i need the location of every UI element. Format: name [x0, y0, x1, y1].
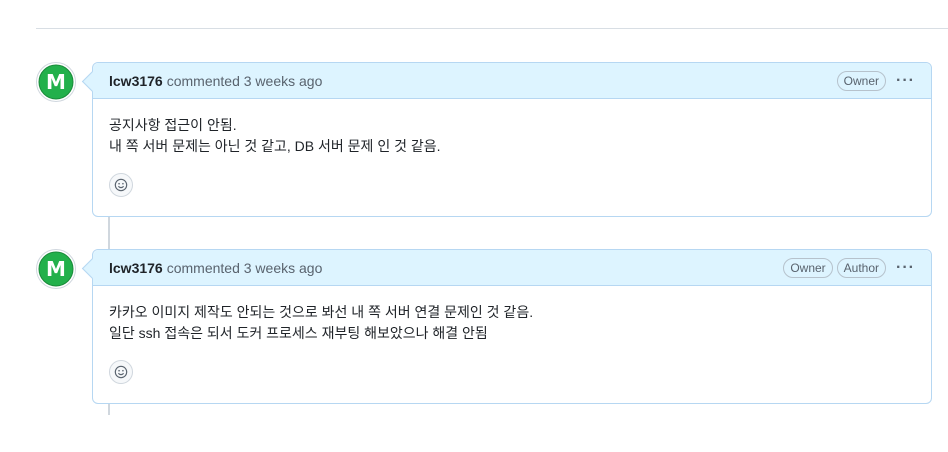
- comment-body: 카카오 이미지 제작도 안되는 것으로 봐선 내 쪽 서버 연결 문제인 것 같…: [93, 286, 931, 384]
- comment-line: 공지사항 접근이 안됨.: [109, 117, 237, 133]
- comment-box: lcw3176 commented 3 weeks ago Owner ··· …: [92, 62, 932, 217]
- avatar[interactable]: M: [36, 62, 76, 102]
- comment-timestamp[interactable]: commented 3 weeks ago: [167, 260, 323, 276]
- m-logo-icon: M: [38, 251, 74, 287]
- avatar-letter: M: [46, 257, 66, 281]
- smiley-icon: [114, 178, 128, 192]
- comment-line: 카카오 이미지 제작도 안되는 것으로 봐선 내 쪽 서버 연결 문제인 것 같…: [109, 304, 534, 320]
- kebab-icon[interactable]: ···: [896, 72, 915, 90]
- comment-1: M lcw3176 commented 3 weeks ago Owner ··…: [36, 62, 932, 217]
- owner-badge: Owner: [783, 257, 833, 278]
- comment-line: 일단 ssh 접속은 되서 도커 프로세스 재부팅 해보았으나 해결 안됨: [109, 325, 488, 341]
- comment-2: M lcw3176 commented 3 weeks ago Owner Au…: [36, 249, 932, 404]
- smiley-icon: [114, 365, 128, 379]
- comment-author[interactable]: lcw3176: [109, 260, 163, 276]
- comment-header: lcw3176 commented 3 weeks ago Owner Auth…: [93, 250, 931, 286]
- owner-badge: Owner: [836, 70, 887, 91]
- comment-box: lcw3176 commented 3 weeks ago Owner Auth…: [92, 249, 932, 404]
- top-divider: [36, 28, 948, 29]
- comment-timestamp[interactable]: commented 3 weeks ago: [167, 73, 323, 89]
- timeline-line: [108, 216, 110, 250]
- comment-line: 내 쪽 서버 문제는 아닌 것 같고, DB 서버 문제 인 것 같음.: [109, 138, 441, 154]
- m-logo-icon: M: [38, 64, 74, 100]
- comment-header: lcw3176 commented 3 weeks ago Owner ···: [93, 63, 931, 99]
- comment-author[interactable]: lcw3176: [109, 73, 163, 89]
- add-reaction-button[interactable]: [109, 173, 133, 197]
- avatar-letter: M: [46, 70, 66, 94]
- author-badge: Author: [836, 257, 887, 278]
- kebab-icon[interactable]: ···: [896, 259, 915, 277]
- comment-body: 공지사항 접근이 안됨. 내 쪽 서버 문제는 아닌 것 같고, DB 서버 문…: [93, 99, 931, 197]
- add-reaction-button[interactable]: [109, 360, 133, 384]
- avatar[interactable]: M: [36, 249, 76, 289]
- timeline-line: [108, 403, 110, 415]
